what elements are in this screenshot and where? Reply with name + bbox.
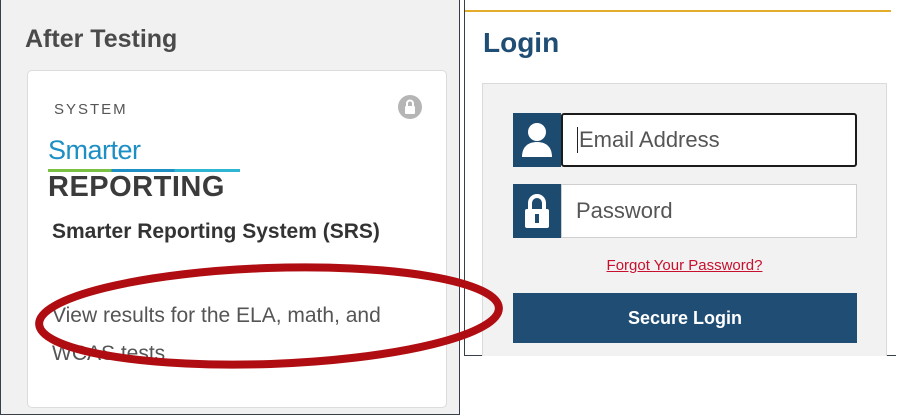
email-placeholder: Email Address (579, 127, 720, 152)
password-placeholder: Password (576, 198, 673, 223)
card-category-label: SYSTEM (54, 101, 128, 118)
login-panel: Login Email Address Password Forgot Your… (464, 0, 896, 356)
login-form: Email Address Password Forgot Your Passw… (482, 83, 887, 356)
secure-login-button[interactable]: Secure Login (513, 293, 857, 343)
user-icon (513, 113, 561, 167)
forgot-password-link[interactable]: Forgot Your Password? (483, 257, 886, 274)
lock-icon (513, 184, 561, 238)
logo-wordmark-top: Smarter (48, 135, 141, 165)
accent-rule (465, 10, 891, 12)
after-testing-panel: After Testing SYSTEM Smarter REPORTING S… (0, 0, 460, 415)
lock-icon (398, 95, 422, 119)
password-field[interactable]: Password (561, 184, 857, 238)
text-caret (577, 127, 578, 153)
smarter-reporting-logo: Smarter REPORTING (48, 135, 258, 203)
login-heading: Login (483, 27, 560, 58)
section-heading: After Testing (25, 25, 178, 53)
password-input-group: Password (513, 184, 857, 238)
email-field[interactable]: Email Address (561, 113, 857, 167)
card-description: View results for the ELA, math, and WCAS… (52, 304, 381, 365)
srs-system-card[interactable]: SYSTEM Smarter REPORTING Smarter Reporti… (27, 70, 447, 408)
email-input-group: Email Address (513, 113, 857, 167)
card-title[interactable]: Smarter Reporting System (SRS) (52, 217, 412, 246)
logo-wordmark-bottom: REPORTING (48, 171, 225, 203)
